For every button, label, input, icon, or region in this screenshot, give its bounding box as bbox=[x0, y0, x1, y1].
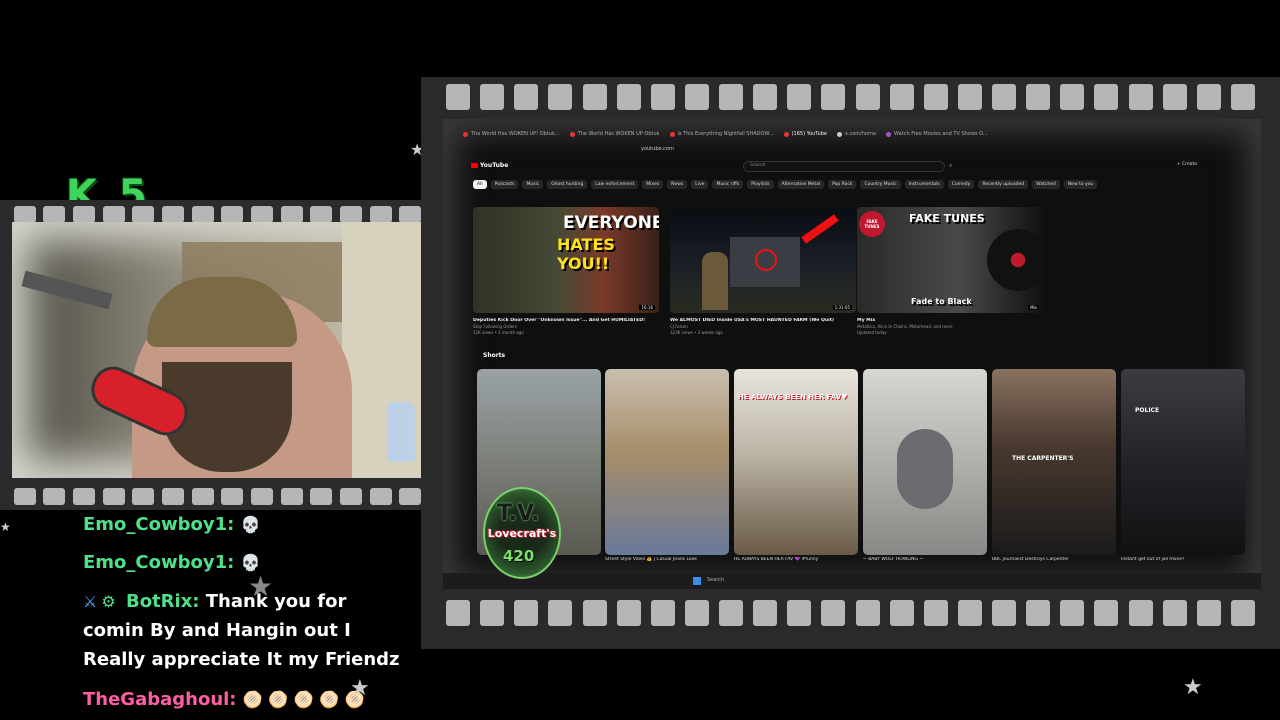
video-meta: 12K views • 1 month ago bbox=[473, 330, 524, 335]
windows-start-icon[interactable] bbox=[693, 577, 701, 585]
lovecrafts-tv-logo: T.V. Lovecraft's 420 bbox=[483, 487, 561, 579]
screen-capture: The World Has WOKEN UP! Obtuk... The Wor… bbox=[443, 119, 1261, 589]
chip[interactable]: Mixes bbox=[642, 180, 664, 189]
chip[interactable]: News bbox=[667, 180, 688, 189]
gear-badge-icon: ⚙ bbox=[101, 592, 116, 611]
chip[interactable]: Music bbox=[522, 180, 544, 189]
chip[interactable]: Alternative Metal bbox=[777, 180, 825, 189]
channel-name[interactable]: CJ Faison bbox=[670, 324, 856, 329]
chat-username: Emo_Cowboy1: bbox=[83, 514, 235, 535]
channel-name[interactable]: Stop Following Orders bbox=[473, 324, 659, 329]
search-icon[interactable]: ⌕ bbox=[949, 162, 952, 170]
chat-username: BotRix: bbox=[125, 591, 200, 612]
short-title[interactable]: Instant get out of jail move? bbox=[1121, 557, 1245, 562]
youtube-logo[interactable]: YouTube bbox=[471, 162, 508, 169]
chip[interactable]: Live bbox=[691, 180, 709, 189]
chat-username: TheGabaghoul: bbox=[83, 689, 237, 710]
chip[interactable]: Recently uploaded bbox=[978, 180, 1029, 189]
chip[interactable]: All bbox=[473, 180, 487, 189]
video-thumbnail[interactable]: FAKE TUNES FAKE TUNES Fade to Black Mix bbox=[857, 207, 1043, 313]
short-card[interactable] bbox=[605, 369, 729, 555]
chat-username: Emo_Cowboy1: bbox=[83, 552, 235, 573]
short-card[interactable]: THE CARPENTER'S bbox=[992, 369, 1116, 555]
webcam-feed bbox=[12, 222, 455, 478]
browser-tab-active[interactable]: (165) YouTube bbox=[783, 127, 827, 141]
short-title[interactable]: HE ALWAYS BEEN HER FAV 💜 #funny bbox=[734, 557, 858, 562]
video-thumbnail[interactable]: EVERYONE HATES YOU!! 16:16 bbox=[473, 207, 659, 313]
chip[interactable]: Ghost hunting bbox=[547, 180, 588, 189]
browser-tab[interactable]: Watch Free Movies and TV Shows O... bbox=[886, 127, 988, 141]
taco-emote: 🫓 🫓 🫓 🫓 🫓 bbox=[242, 690, 365, 709]
sparkle-icon: ★ bbox=[248, 570, 274, 603]
skull-emote: 💀 bbox=[240, 515, 261, 534]
taskbar-search[interactable]: Search bbox=[707, 577, 724, 583]
short-title[interactable]: ~ BABY WOLF HOWLING ~ bbox=[863, 557, 987, 562]
chip[interactable]: Music riffs bbox=[712, 180, 744, 189]
url-text[interactable]: youtube.com bbox=[641, 146, 674, 152]
film-sprocket-row bbox=[421, 597, 1280, 629]
webcam-film-frame bbox=[0, 200, 465, 510]
video-card[interactable]: EVERYONE HATES YOU!! 16:16 Deputies Kick… bbox=[473, 207, 659, 335]
chip[interactable]: Watched bbox=[1032, 180, 1060, 189]
youtube-header: YouTube Search ⌕ + Create bbox=[463, 159, 1243, 175]
chip[interactable]: Pop Rock bbox=[828, 180, 857, 189]
browser-tab[interactable]: The World Has WOKEN UP! Obtuk... bbox=[463, 127, 560, 141]
browser-tab[interactable]: Is This Everything Nightfall SHADOW... bbox=[669, 127, 774, 141]
video-meta: 323K views • 3 weeks ago bbox=[670, 330, 723, 335]
windows-taskbar: Search bbox=[443, 573, 1261, 589]
film-sprocket-row bbox=[421, 81, 1280, 113]
video-title[interactable]: Deputies Kick Door Over "Unknown Issue".… bbox=[473, 318, 659, 323]
browser-tab[interactable]: The World Has WOKEN UP Obtuk bbox=[569, 127, 660, 141]
short-card[interactable]: HE ALWAYS BEEN HER FAV♥ bbox=[734, 369, 858, 555]
filter-chips: All Podcasts Music Ghost hunting Law enf… bbox=[473, 180, 1098, 189]
short-card[interactable]: POLICE bbox=[1121, 369, 1245, 555]
short-title[interactable]: Street Style Vibes 💰 | Casual Jeans Look bbox=[605, 557, 729, 562]
create-button[interactable]: + Create bbox=[1177, 162, 1197, 167]
channel-name[interactable]: Metallica, Alice In Chains, Motorhead, a… bbox=[857, 324, 1043, 329]
short-card[interactable] bbox=[863, 369, 987, 555]
chip[interactable]: New to you bbox=[1063, 180, 1098, 189]
film-sprocket-row bbox=[0, 484, 465, 508]
address-bar[interactable]: youtube.com bbox=[481, 143, 1221, 155]
chip[interactable]: Podcasts bbox=[490, 180, 519, 189]
video-title[interactable]: We ALMOST DIED Inside USA's MOST HAUNTED… bbox=[670, 318, 856, 323]
chip[interactable]: Law enforcement bbox=[591, 180, 639, 189]
video-card[interactable]: 1:31:05 We ALMOST DIED Inside USA's MOST… bbox=[670, 207, 856, 335]
chip[interactable]: Instrumentals bbox=[904, 180, 944, 189]
chip[interactable]: Comedy bbox=[947, 180, 975, 189]
short-title[interactable]: BBC Journalist Destroys Carpenter bbox=[992, 557, 1116, 562]
sparkle-icon: ★ bbox=[1183, 675, 1203, 700]
chat-message: Emo_Cowboy1: 💀 bbox=[83, 510, 413, 539]
chip[interactable]: Country Music bbox=[860, 180, 901, 189]
video-title[interactable]: My Mix bbox=[857, 318, 1043, 323]
video-card[interactable]: FAKE TUNES FAKE TUNES Fade to Black Mix … bbox=[857, 207, 1043, 335]
sword-badge-icon: ⚔ bbox=[83, 592, 98, 611]
chip[interactable]: Playlists bbox=[747, 180, 774, 189]
sparkle-icon: ★ bbox=[350, 676, 370, 701]
browser-tab-bar: The World Has WOKEN UP! Obtuk... The Wor… bbox=[443, 127, 1261, 141]
sparkle-icon: ★ bbox=[0, 520, 11, 534]
search-input[interactable]: Search bbox=[743, 161, 945, 172]
browser-tab[interactable]: x.com/home bbox=[836, 127, 876, 141]
shorts-section-title: Shorts bbox=[483, 352, 506, 359]
video-meta: Updated today bbox=[857, 330, 887, 335]
video-thumbnail[interactable]: 1:31:05 bbox=[670, 207, 856, 313]
